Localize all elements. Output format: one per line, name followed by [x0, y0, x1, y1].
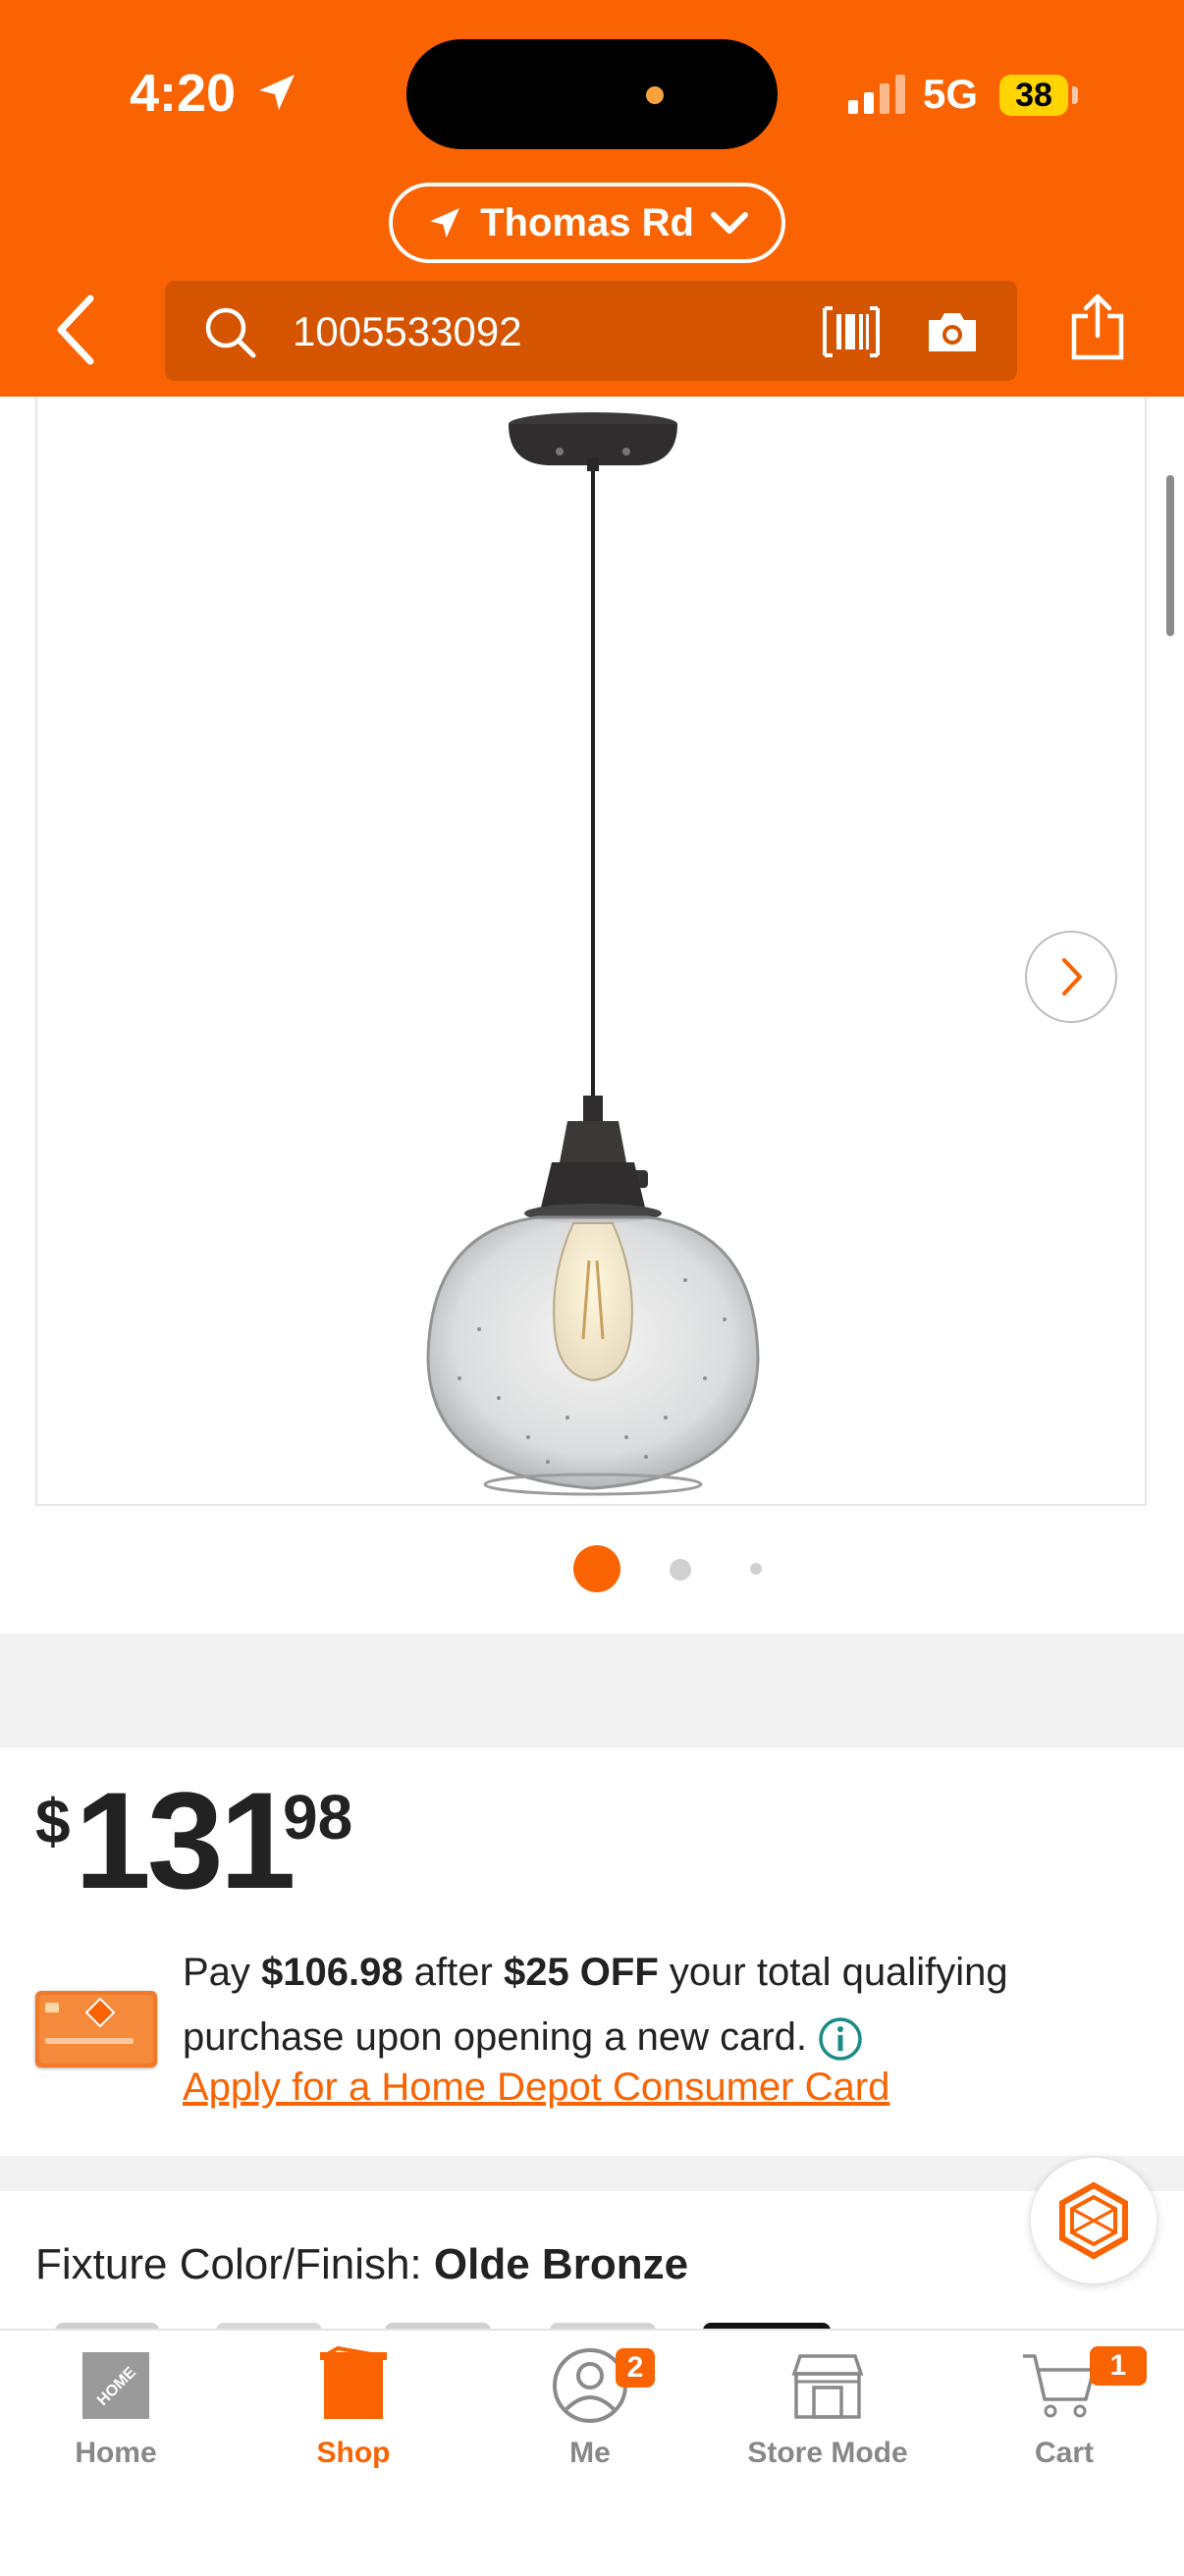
battery-cap	[1072, 86, 1078, 104]
dynamic-island	[406, 39, 778, 149]
cart-icon	[1023, 2354, 1096, 2418]
status-time: 4:20	[130, 64, 237, 123]
promo-after: after	[413, 1951, 493, 1994]
gallery-dot-active[interactable]	[573, 1545, 620, 1592]
tab-label: Me	[569, 2437, 611, 2469]
gallery-dot[interactable]	[750, 1563, 762, 1575]
section-spacer	[0, 1634, 1184, 1747]
network-type: 5G	[923, 71, 979, 117]
search-input[interactable]: 1005533092	[165, 281, 1017, 381]
promo-discounted-price: $106.98	[261, 1951, 404, 1994]
back-icon[interactable]	[49, 291, 108, 369]
promo-discount: $25 OFF	[503, 1951, 659, 1994]
credit-card-image	[35, 1991, 157, 2067]
price-dollars: 131	[75, 1763, 296, 1917]
search-value: 1005533092	[293, 308, 522, 354]
tab-label: Cart	[1034, 2437, 1094, 2469]
notification-badge: 2	[616, 2348, 655, 2388]
chevron-right-icon	[1062, 958, 1082, 995]
fixture-value: Olde Bronze	[433, 2240, 689, 2288]
tab-label: Shop	[316, 2437, 391, 2469]
shop-bucket-icon	[320, 2346, 387, 2419]
tab-store-mode[interactable]: Store Mode	[739, 2331, 916, 2507]
tab-me[interactable]: 2 Me	[502, 2331, 678, 2507]
tab-label: Store Mode	[747, 2437, 908, 2469]
promo-text: Pay $106.98 after $25 OFF your total qua…	[183, 1940, 1105, 2069]
pendant-light-image	[426, 412, 760, 1496]
chat-assistant-button[interactable]	[1031, 2158, 1157, 2283]
store-selector[interactable]: Thomas Rd	[389, 183, 785, 263]
chevron-down-icon	[710, 212, 748, 234]
info-icon[interactable]	[818, 2016, 863, 2062]
apply-card-link[interactable]: Apply for a Home Depot Consumer Card	[183, 2066, 889, 2110]
tab-label: Home	[75, 2437, 157, 2469]
price-symbol: $	[35, 1786, 71, 1856]
promo-pay: Pay	[183, 1951, 250, 1994]
privacy-indicator	[646, 86, 664, 104]
store-name: Thomas Rd	[480, 200, 694, 244]
product-gallery	[0, 397, 1184, 1634]
search-icon	[205, 307, 256, 358]
product-image-frame[interactable]	[35, 397, 1147, 1506]
hexagon-chat-icon	[1059, 2181, 1128, 2260]
bottom-tab-bar: HOME Home Shop 2 Me Store Mode 1 Cart	[0, 2329, 1184, 2576]
camera-icon[interactable]	[925, 308, 980, 355]
share-icon[interactable]	[1068, 293, 1127, 361]
section-divider	[0, 2156, 1184, 2191]
barcode-scan-icon[interactable]	[821, 304, 882, 359]
home-depot-logo-icon: HOME	[82, 2352, 149, 2419]
tab-home[interactable]: HOME Home	[27, 2331, 204, 2507]
signal-icon	[848, 75, 905, 114]
app-header: 4:20 5G 38 Thomas Rd 1005533092	[0, 0, 1184, 397]
next-image-button[interactable]	[1025, 931, 1117, 1023]
fixture-finish: Fixture Color/Finish: Olde Bronze	[35, 2240, 688, 2289]
fixture-label: Fixture Color/Finish:	[35, 2240, 422, 2288]
tab-cart[interactable]: 1 Cart	[976, 2331, 1153, 2507]
store-icon	[791, 2354, 864, 2419]
cart-count-badge: 1	[1090, 2346, 1147, 2386]
card-art	[39, 1995, 153, 2064]
battery-level: 38	[999, 75, 1068, 116]
location-arrow-icon	[430, 208, 460, 238]
gallery-dot[interactable]	[670, 1559, 691, 1581]
price-cents: 98	[283, 1782, 353, 1852]
location-arrow-icon	[259, 75, 295, 110]
scrollbar[interactable]	[1166, 475, 1174, 636]
tab-shop[interactable]: Shop	[265, 2331, 442, 2507]
